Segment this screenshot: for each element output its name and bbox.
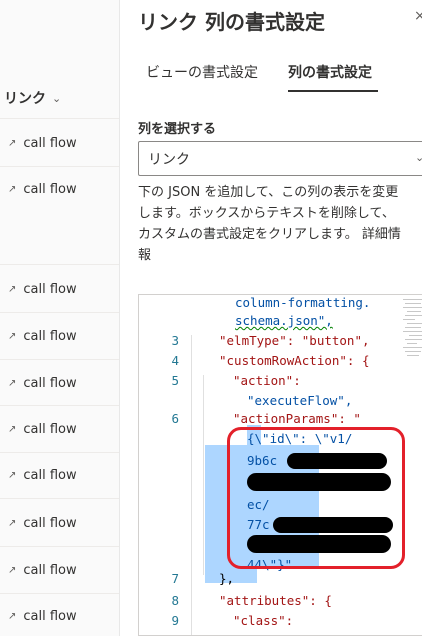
active-tab-indicator xyxy=(288,90,378,92)
column-select-value: リンク xyxy=(148,151,190,168)
link-icon: ↗ xyxy=(8,469,16,481)
link-icon: ↗ xyxy=(8,283,16,295)
indent-guide xyxy=(191,335,192,635)
description-line: 下の JSON を追加して、この列の表示を変更 xyxy=(138,185,399,200)
list-item-text: call flow xyxy=(23,181,77,197)
code-line: schema.json", xyxy=(235,313,333,328)
list-item[interactable]: ↗ call flow xyxy=(0,360,119,406)
list-item[interactable]: ↗ call flow xyxy=(0,266,119,312)
column-select[interactable]: リンク ⌄ xyxy=(138,141,422,176)
code-line: }, xyxy=(219,571,235,586)
code-minimap[interactable] xyxy=(401,295,422,365)
link-icon: ↗ xyxy=(8,517,16,529)
code-line: "class": xyxy=(233,613,294,628)
line-number: 8 xyxy=(171,593,179,608)
row-divider xyxy=(0,498,119,499)
format-column-panel: リンク 列の書式設定 × ビューの書式設定 列の書式設定 列を選択する リンク … xyxy=(121,0,422,636)
tab-column-formatting[interactable]: 列の書式設定 xyxy=(288,62,372,82)
link-icon: ↗ xyxy=(8,423,16,435)
highlight-annotation-box xyxy=(227,427,405,569)
code-line: "customRowAction": { xyxy=(219,353,370,368)
row-divider xyxy=(0,118,119,119)
link-icon: ↗ xyxy=(8,377,16,389)
code-line: "executeFlow", xyxy=(247,393,353,408)
list-item[interactable]: ↗ call flow xyxy=(0,166,119,212)
code-line: "attributes": { xyxy=(219,593,332,608)
line-number: 9 xyxy=(171,613,179,628)
column-header-link[interactable]: リンク ⌄ xyxy=(4,86,61,110)
list-item-text: call flow xyxy=(23,562,77,578)
column-header-label: リンク xyxy=(4,91,46,107)
list-item[interactable]: ↗ call flow xyxy=(0,406,119,452)
list-item-text: call flow xyxy=(23,421,77,437)
link-icon: ↗ xyxy=(8,610,16,622)
list-item[interactable]: ↗ call flow xyxy=(0,593,119,636)
panel-title: リンク 列の書式設定 xyxy=(138,10,325,34)
link-icon: ↗ xyxy=(8,137,16,149)
indent-guide xyxy=(203,375,204,575)
list-item-text: call flow xyxy=(23,135,77,151)
list-item[interactable]: ↗ call flow xyxy=(0,500,119,546)
line-number: 4 xyxy=(171,353,179,368)
link-icon: ↗ xyxy=(8,330,16,342)
code-line: "actionParams": " xyxy=(233,411,361,426)
list-item[interactable]: ↗ call flow xyxy=(0,313,119,359)
select-column-label: 列を選択する xyxy=(138,122,217,137)
list-item[interactable]: ↗ call flow xyxy=(0,452,119,498)
description-text: 下の JSON を追加して、この列の表示を変更 します。ボックスからテキストを削… xyxy=(138,182,422,266)
json-code-editor[interactable]: 3 4 5 6 7 8 9 column-formatting. schema.… xyxy=(138,294,422,636)
list-item[interactable]: ↗ call flow xyxy=(0,547,119,593)
line-number: 6 xyxy=(171,411,179,426)
code-line: "elmType": "button", xyxy=(219,333,370,348)
chevron-down-icon: ⌄ xyxy=(415,151,422,164)
line-number: 7 xyxy=(171,571,179,586)
link-icon: ↗ xyxy=(8,183,16,195)
list-item-text: call flow xyxy=(23,281,77,297)
line-number: 5 xyxy=(171,373,179,388)
list-view-panel: リンク ⌄ ↗ call flow ↗ call flow ↗ call flow ↗… xyxy=(0,0,120,636)
list-item[interactable]: ↗ call flow xyxy=(0,120,119,166)
close-icon[interactable]: × xyxy=(414,8,422,24)
list-item-text: call flow xyxy=(23,328,77,344)
description-line: します。ボックスからテキストを削除して、 xyxy=(138,206,395,221)
list-item-text: call flow xyxy=(23,515,77,531)
code-line: "action": xyxy=(233,373,301,388)
list-item-text: call flow xyxy=(23,467,77,483)
list-item-text: call flow xyxy=(23,608,77,624)
description-line: カスタムの書式設定をクリアします。 詳細情 xyxy=(138,227,401,242)
line-number: 3 xyxy=(171,333,179,348)
row-divider xyxy=(0,264,119,265)
tab-view-formatting[interactable]: ビューの書式設定 xyxy=(146,62,258,82)
description-line: 報 xyxy=(138,248,152,263)
link-icon: ↗ xyxy=(8,564,16,576)
chevron-down-icon: ⌄ xyxy=(52,91,62,105)
list-item-text: call flow xyxy=(23,375,77,391)
